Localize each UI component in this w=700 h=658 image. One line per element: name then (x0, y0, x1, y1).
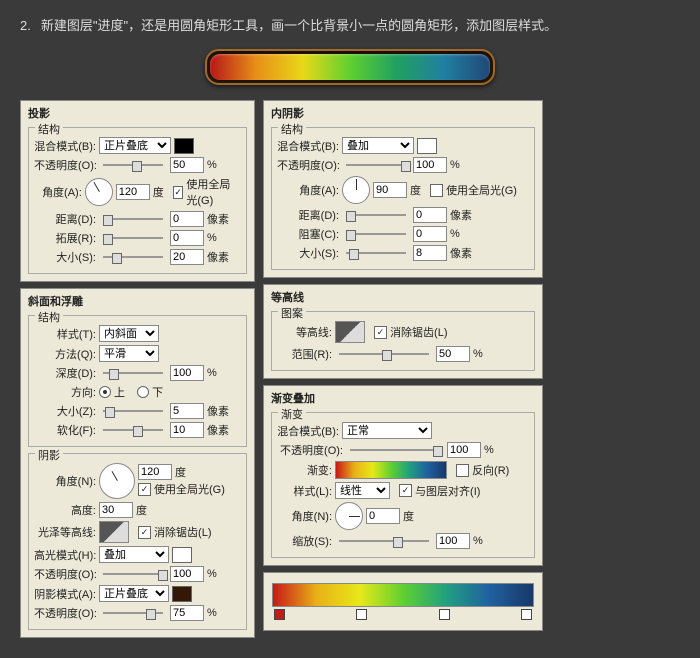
ct-range-input[interactable] (436, 346, 470, 362)
bv-angle-input[interactable] (138, 464, 172, 480)
bv-gloss-contour[interactable] (99, 521, 129, 543)
gradient-stop[interactable] (356, 609, 367, 620)
is-opacity-slider[interactable] (346, 160, 406, 170)
bv-dir-down[interactable] (137, 386, 149, 398)
bv-depth-slider[interactable] (103, 368, 163, 378)
is-size-slider[interactable] (346, 248, 406, 258)
go-rev-cb[interactable] (456, 464, 469, 477)
panel-title: 投影 (28, 105, 247, 121)
is-blend-select[interactable]: 叠加 (342, 137, 414, 154)
bevel-panel: 斜面和浮雕 结构 样式(T):内斜面 方法(Q):平滑 深度(D):% 方向:上… (20, 288, 255, 638)
bv-hl-op-slider[interactable] (103, 569, 163, 579)
drop-shadow-panel: 投影 结构 混合模式(B):正片叠底 不透明度(O):% 角度(A):度 ✓使用… (20, 100, 255, 282)
bv-sh-select[interactable]: 正片叠底 (99, 585, 169, 602)
bv-size-slider[interactable] (103, 406, 163, 416)
ct-contour-picker[interactable] (335, 321, 365, 343)
bv-alt-input[interactable] (99, 502, 133, 518)
gradient-bar[interactable] (272, 583, 534, 607)
gradient-preview-panel (263, 572, 543, 631)
ds-angle-dial[interactable] (85, 178, 113, 206)
bv-global-cb[interactable]: ✓ (138, 483, 151, 496)
step-num: 2. (20, 18, 31, 33)
go-opacity-input[interactable] (447, 442, 481, 458)
bv-depth-input[interactable] (170, 365, 204, 381)
step-text: 新建图层"进度"，还是用圆角矩形工具，画一个比背景小一点的圆角矩形，添加图层样式… (41, 18, 557, 33)
go-angle-input[interactable] (366, 508, 400, 524)
is-dist-input[interactable] (413, 207, 447, 223)
ds-blend-select[interactable]: 正片叠底 (99, 137, 171, 154)
ds-opacity-input[interactable] (170, 157, 204, 173)
progress-preview (20, 49, 680, 85)
is-choke-input[interactable] (413, 226, 447, 242)
bv-sh-op-input[interactable] (170, 605, 204, 621)
go-align-cb[interactable]: ✓ (399, 484, 412, 497)
ds-spread-slider[interactable] (103, 233, 163, 243)
gradient-overlay-panel: 渐变叠加 渐变 混合模式(B):正常 不透明度(O):% 渐变: 反向(R) 样… (263, 385, 543, 566)
is-color-swatch[interactable] (417, 138, 437, 154)
is-choke-slider[interactable] (346, 229, 406, 239)
is-opacity-input[interactable] (413, 157, 447, 173)
go-gradient-picker[interactable] (335, 461, 447, 479)
bv-hl-swatch[interactable] (172, 547, 192, 563)
bv-hl-op-input[interactable] (170, 566, 204, 582)
is-dist-slider[interactable] (346, 210, 406, 220)
go-scale-input[interactable] (436, 533, 470, 549)
ds-angle-input[interactable] (116, 184, 150, 200)
gradient-stop[interactable] (439, 609, 450, 620)
ds-spread-input[interactable] (170, 230, 204, 246)
go-blend-select[interactable]: 正常 (342, 422, 432, 439)
bv-sh-swatch[interactable] (172, 586, 192, 602)
bv-style-select[interactable]: 内斜面 (99, 325, 159, 342)
go-opacity-slider[interactable] (350, 445, 440, 455)
ds-dist-input[interactable] (170, 211, 204, 227)
inner-shadow-panel: 内阴影 结构 混合模式(B):叠加 不透明度(O):% 角度(A):度 使用全局… (263, 100, 543, 278)
ds-size-slider[interactable] (103, 252, 163, 262)
bv-anti-cb[interactable]: ✓ (138, 526, 151, 539)
is-size-input[interactable] (413, 245, 447, 261)
is-angle-input[interactable] (373, 182, 407, 198)
ds-size-input[interactable] (170, 249, 204, 265)
bv-sh-op-slider[interactable] (103, 608, 163, 618)
gradient-stop[interactable] (521, 609, 532, 620)
contour-panel: 等高线 图案 等高线: ✓消除锯齿(L) 范围(R):% (263, 284, 543, 379)
ds-color-swatch[interactable] (174, 138, 194, 154)
go-scale-slider[interactable] (339, 536, 429, 546)
bv-angle-dial[interactable] (99, 463, 135, 499)
go-angle-dial[interactable] (335, 502, 363, 530)
is-angle-dial[interactable] (342, 176, 370, 204)
bv-tech-select[interactable]: 平滑 (99, 345, 159, 362)
ds-global-cb[interactable]: ✓ (173, 186, 183, 199)
ds-opacity-slider[interactable] (103, 160, 163, 170)
ct-range-slider[interactable] (339, 349, 429, 359)
bv-soft-slider[interactable] (103, 425, 163, 435)
ds-dist-slider[interactable] (103, 214, 163, 224)
bv-soft-input[interactable] (170, 422, 204, 438)
go-style-select[interactable]: 线性 (335, 482, 390, 499)
ct-anti-cb[interactable]: ✓ (374, 326, 387, 339)
bv-dir-up[interactable] (99, 386, 111, 398)
is-global-cb[interactable] (430, 184, 443, 197)
bv-hl-select[interactable]: 叠加 (99, 546, 169, 563)
bv-size-input[interactable] (170, 403, 204, 419)
gradient-stop[interactable] (274, 609, 285, 620)
